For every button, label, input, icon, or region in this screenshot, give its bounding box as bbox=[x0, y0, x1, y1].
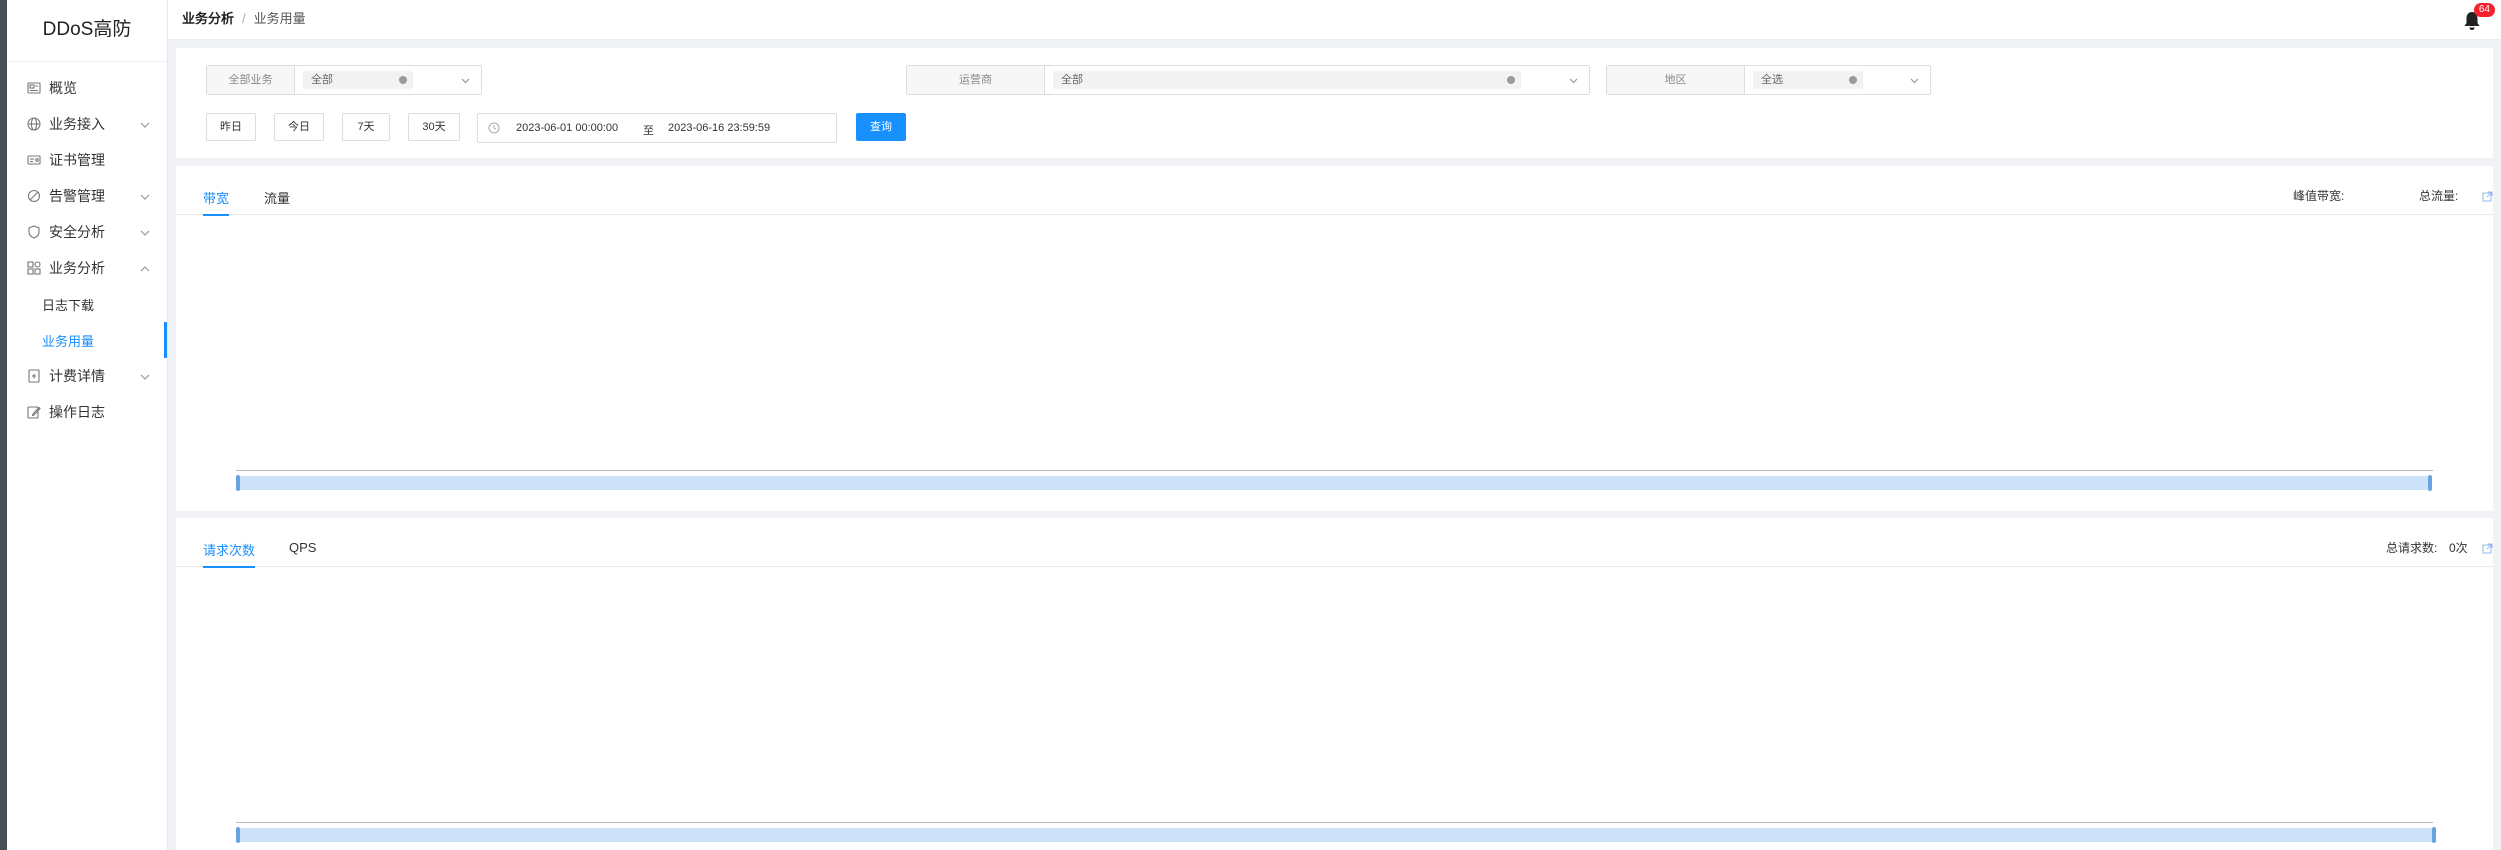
chevron-down-icon bbox=[139, 118, 151, 130]
sidebar-item-label: 告警管理 bbox=[49, 188, 105, 204]
quick-today-button[interactable]: 今日 bbox=[274, 113, 324, 141]
window-frame bbox=[0, 0, 7, 850]
quick-yesterday-button[interactable]: 昨日 bbox=[206, 113, 256, 141]
sidebar-item-security-analysis[interactable]: 安全分析 bbox=[7, 214, 167, 250]
region-select[interactable]: 地区 全选 bbox=[1606, 65, 1931, 95]
sidebar-item-label: 证书管理 bbox=[49, 152, 105, 168]
sidebar-item-alarm[interactable]: 告警管理 bbox=[7, 178, 167, 214]
business-select-label: 全部业务 bbox=[207, 66, 295, 94]
clock-icon bbox=[488, 122, 500, 134]
region-select-tag-label: 全选 bbox=[1761, 74, 1783, 86]
zoom-slider-start-handle[interactable] bbox=[236, 827, 240, 843]
sidebar-subitem-label: 业务用量 bbox=[42, 333, 95, 349]
sidebar-item-label: 业务分析 bbox=[49, 260, 105, 276]
total-traffic-label: 总流量: bbox=[2419, 189, 2459, 203]
sidebar-item-business-analysis[interactable]: 业务分析 bbox=[7, 250, 167, 286]
sidebar-menu: 概览 业务接入 证书管理 告警管理 安全分析 业务分析 日志下载 业务用量 计费… bbox=[7, 62, 167, 430]
filter-panel: 全部业务 全部 运营商 全部 地区 全选 昨日 今日 7天 30天 2023-0… bbox=[176, 48, 2493, 158]
business-select-tag: 全部 bbox=[303, 71, 413, 89]
sidebar-item-label: 安全分析 bbox=[49, 224, 105, 240]
business-select[interactable]: 全部业务 全部 bbox=[206, 65, 482, 95]
sidebar-item-label: 计费详情 bbox=[49, 368, 105, 384]
bandwidth-tabs: 带宽 流量 峰值带宽: 总流量: bbox=[176, 166, 2493, 216]
certificate-icon bbox=[27, 153, 41, 167]
chevron-down-icon bbox=[139, 370, 151, 382]
region-select-tag: 全选 bbox=[1753, 71, 1863, 89]
zoom-slider[interactable] bbox=[236, 475, 2432, 491]
chevron-down-icon bbox=[1909, 75, 1920, 86]
total-requests-value: 0次 bbox=[2449, 541, 2468, 555]
sidebar-item-label: 概览 bbox=[49, 80, 77, 96]
chevron-down-icon bbox=[460, 75, 471, 86]
breadcrumb-separator: / bbox=[242, 11, 246, 26]
sidebar-item-certificate[interactable]: 证书管理 bbox=[7, 142, 167, 178]
globe-icon bbox=[27, 117, 41, 131]
sidebar-item-business-access[interactable]: 业务接入 bbox=[7, 106, 167, 142]
chevron-down-icon bbox=[1568, 75, 1579, 86]
sidebar-item-overview[interactable]: 概览 bbox=[7, 70, 167, 106]
overview-icon bbox=[27, 81, 41, 95]
operator-select-tag-label: 全部 bbox=[1061, 74, 1083, 86]
alarm-icon bbox=[27, 189, 41, 203]
operator-select[interactable]: 运营商 全部 bbox=[906, 65, 1590, 95]
sidebar-item-label: 业务接入 bbox=[49, 116, 105, 132]
clear-icon[interactable] bbox=[1849, 76, 1857, 84]
search-button[interactable]: 查询 bbox=[856, 113, 906, 141]
operator-select-tag: 全部 bbox=[1053, 71, 1521, 89]
top-header: 业务分析 / 业务用量 64 bbox=[168, 0, 2501, 40]
billing-icon bbox=[27, 369, 41, 383]
requests-panel: 请求次数 QPS 总请求数: 0次 bbox=[176, 518, 2493, 850]
total-requests-label: 总请求数: bbox=[2386, 541, 2438, 555]
chart-axis-line bbox=[236, 470, 2433, 471]
clear-icon[interactable] bbox=[399, 76, 407, 84]
sidebar-subitem-business-usage[interactable]: 业务用量 bbox=[7, 322, 167, 358]
chevron-down-icon bbox=[139, 190, 151, 202]
quick-7days-button[interactable]: 7天 bbox=[342, 113, 390, 141]
sidebar-subitem-log-download[interactable]: 日志下载 bbox=[7, 286, 167, 322]
sidebar: DDoS高防 概览 业务接入 证书管理 告警管理 安全分析 业务分析 日志下载 … bbox=[7, 0, 168, 850]
sidebar-item-operation-log[interactable]: 操作日志 bbox=[7, 394, 167, 430]
analysis-icon bbox=[27, 261, 41, 275]
zoom-slider-end-handle[interactable] bbox=[2428, 475, 2432, 491]
date-range-picker[interactable]: 2023-06-01 00:00:00 至 2023-06-16 23:59:5… bbox=[477, 113, 837, 143]
tab-qps[interactable]: QPS bbox=[289, 540, 316, 562]
breadcrumb-parent[interactable]: 业务分析 bbox=[182, 11, 234, 26]
clear-icon[interactable] bbox=[1507, 76, 1515, 84]
peak-bandwidth-label: 峰值带宽: bbox=[2293, 189, 2345, 203]
export-icon[interactable] bbox=[2482, 541, 2493, 554]
business-select-tag-label: 全部 bbox=[311, 74, 333, 86]
date-start[interactable]: 2023-06-01 00:00:00 bbox=[516, 122, 618, 134]
quick-30days-button[interactable]: 30天 bbox=[408, 113, 460, 141]
zoom-slider-end-handle[interactable] bbox=[2432, 827, 2436, 843]
export-icon[interactable] bbox=[2482, 189, 2493, 202]
shield-icon bbox=[27, 225, 41, 239]
requests-tabs: 请求次数 QPS 总请求数: 0次 bbox=[176, 518, 2493, 568]
region-select-label: 地区 bbox=[1607, 66, 1745, 94]
app-logo: DDoS高防 bbox=[7, 0, 167, 62]
breadcrumb-current: 业务用量 bbox=[253, 11, 306, 26]
breadcrumb: 业务分析 / 业务用量 bbox=[182, 8, 306, 27]
tab-request-count[interactable]: 请求次数 bbox=[203, 540, 256, 568]
tab-traffic[interactable]: 流量 bbox=[264, 188, 290, 214]
date-end[interactable]: 2023-06-16 23:59:59 bbox=[668, 122, 770, 134]
sidebar-item-label: 操作日志 bbox=[49, 404, 105, 420]
date-range-separator: 至 bbox=[643, 125, 654, 137]
sidebar-item-billing[interactable]: 计费详情 bbox=[7, 358, 167, 394]
tab-bandwidth[interactable]: 带宽 bbox=[203, 188, 230, 216]
bandwidth-panel: 带宽 流量 峰值带宽: 总流量: bbox=[176, 166, 2493, 511]
chevron-down-icon bbox=[139, 226, 151, 238]
zoom-slider-start-handle[interactable] bbox=[236, 475, 240, 491]
sidebar-subitem-label: 日志下载 bbox=[42, 297, 95, 313]
chart-axis-line bbox=[236, 822, 2433, 823]
operator-select-label: 运营商 bbox=[907, 66, 1045, 94]
zoom-slider[interactable] bbox=[236, 827, 2436, 843]
notification-badge: 64 bbox=[2473, 3, 2495, 17]
chevron-up-icon bbox=[139, 262, 151, 274]
edit-log-icon bbox=[27, 405, 41, 419]
